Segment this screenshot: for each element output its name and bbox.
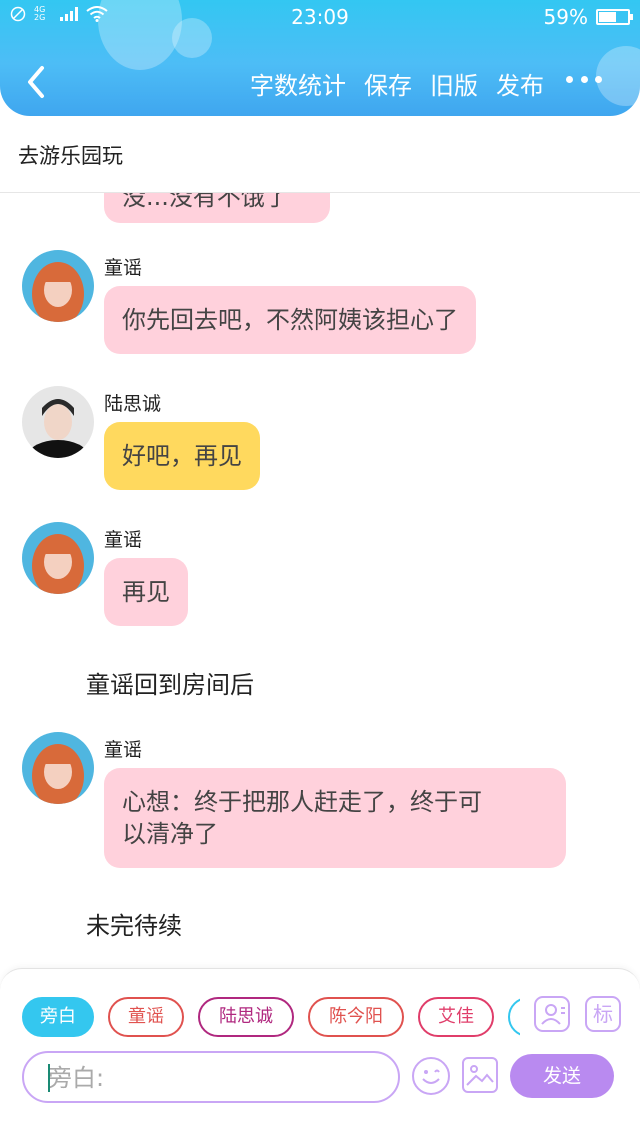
nav-actions: 字数统计 保存 旧版 发布 — [250, 66, 544, 101]
avatar[interactable] — [22, 732, 94, 804]
composer: 旁白 童谣 陆思诚 陈今阳 艾佳 标 发送 — [0, 968, 640, 1138]
message-bubble[interactable]: 心想：终于把那人赶走了，终于可 以清净了 — [104, 768, 566, 868]
avatar-girl-image — [22, 522, 94, 594]
more-dots-icon — [580, 76, 588, 83]
speaker-name: 童谣 — [104, 529, 143, 551]
send-button[interactable]: 发送 — [510, 1054, 614, 1098]
message-bubble[interactable]: 没...没有不饿了 — [104, 193, 330, 223]
role-manage-button[interactable] — [534, 996, 570, 1032]
battery-level — [599, 12, 616, 22]
publish-button[interactable]: 发布 — [496, 66, 544, 101]
nav-bar: 字数统计 保存 旧版 发布 — [0, 56, 640, 108]
message-text: 再见 — [122, 578, 170, 606]
battery-icon — [596, 9, 633, 25]
smiley-icon — [422, 1069, 440, 1084]
more-dots-icon — [595, 76, 602, 83]
role-chip[interactable]: 童谣 — [108, 997, 184, 1037]
avatar[interactable] — [22, 250, 94, 322]
avatar-girl-image — [22, 732, 94, 804]
more-dots-icon — [566, 76, 573, 83]
role-chip[interactable]: 陈今阳 — [308, 997, 404, 1037]
word-count-button[interactable]: 字数统计 — [250, 66, 346, 101]
message-input[interactable] — [48, 1061, 388, 1095]
status-bar: 4G 2G 23:09 59% — [0, 0, 640, 34]
save-button[interactable]: 保存 — [364, 66, 412, 101]
battery-percent: 59% — [543, 5, 588, 29]
role-selector[interactable]: 旁白 童谣 陆思诚 陈今阳 艾佳 — [22, 997, 520, 1037]
message-text-line: 以清净了 — [122, 820, 218, 848]
more-button[interactable] — [566, 76, 602, 86]
message-bubble[interactable]: 好吧，再见 — [104, 422, 260, 490]
avatar-girl-image — [22, 250, 94, 322]
narration-text[interactable]: 未完待续 — [86, 906, 182, 941]
text-caret — [48, 1064, 50, 1092]
message-input-wrap[interactable] — [22, 1051, 400, 1103]
message-bubble[interactable]: 你先回去吧，不然阿姨该担心了 — [104, 286, 476, 354]
narration-text[interactable]: 童谣回到房间后 — [86, 665, 254, 700]
speaker-name: 陆思诚 — [104, 393, 162, 415]
message-text: 好吧，再见 — [122, 442, 242, 470]
emoji-button[interactable] — [412, 1057, 450, 1095]
image-button[interactable] — [462, 1057, 498, 1093]
role-chip-partial[interactable] — [508, 997, 520, 1037]
speaker-name: 童谣 — [104, 739, 143, 761]
tag-button[interactable]: 标 — [585, 996, 621, 1032]
story-title[interactable]: 去游乐园玩 — [18, 140, 123, 170]
avatar[interactable] — [22, 386, 94, 458]
back-button[interactable] — [20, 62, 56, 102]
old-version-button[interactable]: 旧版 — [430, 66, 478, 101]
avatar[interactable] — [22, 522, 94, 594]
message-text: 没...没有不饿了 — [122, 193, 289, 211]
message-text-line: 心想：终于把那人赶走了，终于可 — [122, 788, 482, 816]
role-chip[interactable]: 陆思诚 — [198, 997, 294, 1037]
role-chip[interactable]: 艾佳 — [418, 997, 494, 1037]
message-bubble[interactable]: 再见 — [104, 558, 188, 626]
status-right: 59% — [543, 5, 633, 29]
top-header: 4G 2G 23:09 59% 字数统计 保存 旧版 发布 — [0, 0, 640, 116]
speaker-name: 童谣 — [104, 257, 143, 279]
image-icon — [466, 1065, 494, 1086]
avatar-boy-image — [22, 386, 94, 458]
chat-area[interactable]: 没...没有不饿了 童谣 你先回去吧，不然阿姨该担心了 陆思诚 好吧，再见 童谣… — [0, 193, 640, 968]
message-text: 你先回去吧，不然阿姨该担心了 — [122, 306, 458, 334]
person-card-icon — [541, 1004, 565, 1025]
role-chip-narrator[interactable]: 旁白 — [22, 997, 94, 1037]
chevron-left-icon — [28, 66, 44, 98]
